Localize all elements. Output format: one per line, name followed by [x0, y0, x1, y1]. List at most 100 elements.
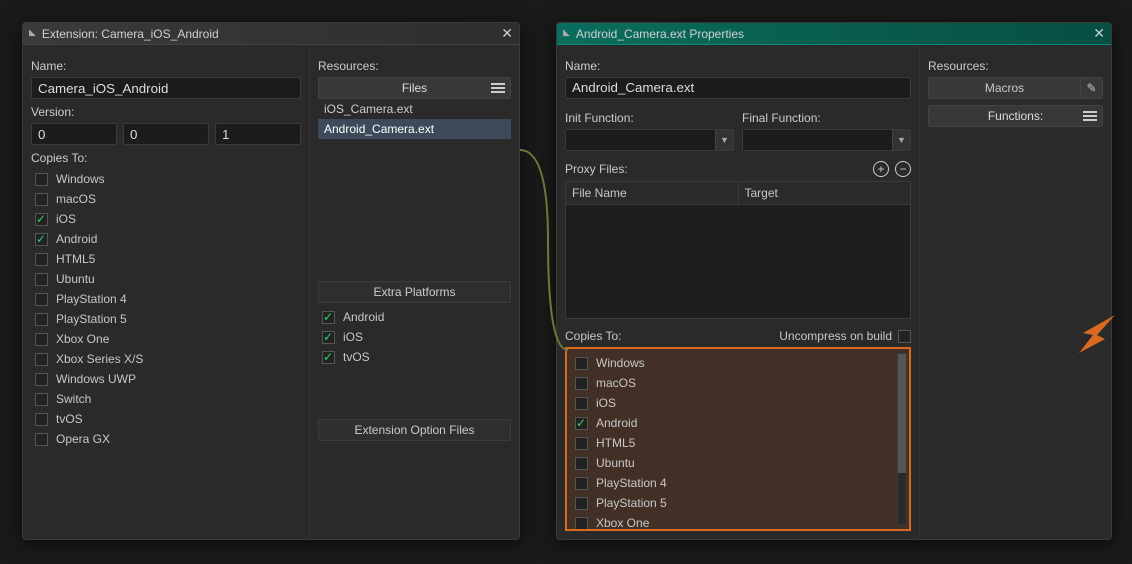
- properties-titlebar[interactable]: ◣ Android_Camera.ext Properties ✕: [557, 23, 1111, 45]
- platform-label: tvOS: [56, 412, 83, 426]
- checkbox-icon[interactable]: [35, 193, 48, 206]
- version-major-input[interactable]: [31, 123, 117, 145]
- checkbox-icon[interactable]: [575, 377, 588, 390]
- platform-label: Android: [56, 232, 97, 246]
- checkbox-icon[interactable]: [35, 313, 48, 326]
- platform-checkbox[interactable]: Xbox One: [571, 513, 905, 531]
- platform-label: Opera GX: [56, 432, 110, 446]
- name-input[interactable]: [31, 77, 301, 99]
- checkbox-icon[interactable]: [322, 311, 335, 324]
- close-icon[interactable]: ✕: [1093, 25, 1105, 42]
- platform-checkbox[interactable]: PlayStation 5: [571, 493, 905, 513]
- version-minor-input[interactable]: [123, 123, 209, 145]
- checkbox-icon[interactable]: [35, 273, 48, 286]
- platform-checkbox[interactable]: PlayStation 4: [31, 289, 301, 309]
- version-patch-input[interactable]: [215, 123, 301, 145]
- extra-platforms-list: AndroidiOStvOS: [318, 307, 511, 367]
- platform-checkbox[interactable]: macOS: [571, 373, 905, 393]
- chevron-down-icon[interactable]: ▼: [892, 130, 910, 150]
- platform-label: macOS: [596, 376, 636, 390]
- platform-checkbox[interactable]: Windows: [31, 169, 301, 189]
- checkbox-icon[interactable]: [322, 351, 335, 364]
- remove-icon[interactable]: −: [895, 161, 911, 177]
- checkbox-icon[interactable]: [575, 457, 588, 470]
- checkbox-icon[interactable]: [35, 173, 48, 186]
- checkbox-icon[interactable]: [322, 331, 335, 344]
- uncompress-checkbox[interactable]: [898, 330, 911, 343]
- checkbox-icon[interactable]: [575, 517, 588, 530]
- platform-checkbox[interactable]: iOS: [318, 327, 511, 347]
- checkbox-icon[interactable]: [35, 433, 48, 446]
- platform-label: Windows UWP: [56, 372, 136, 386]
- extension-option-files-header[interactable]: Extension Option Files: [318, 419, 511, 441]
- platform-checkbox[interactable]: PlayStation 4: [571, 473, 905, 493]
- platform-checkbox[interactable]: Ubuntu: [571, 453, 905, 473]
- checkbox-icon[interactable]: [575, 417, 588, 430]
- platform-label: HTML5: [56, 252, 95, 266]
- file-item[interactable]: Android_Camera.ext: [318, 119, 511, 139]
- checkbox-icon[interactable]: [575, 397, 588, 410]
- uncompress-label: Uncompress on build: [779, 329, 892, 343]
- file-list: iOS_Camera.extAndroid_Camera.ext: [318, 99, 511, 139]
- checkbox-icon[interactable]: [35, 233, 48, 246]
- checkbox-icon[interactable]: [35, 393, 48, 406]
- platform-checkbox[interactable]: iOS: [571, 393, 905, 413]
- chevron-down-icon[interactable]: ▼: [715, 130, 733, 150]
- platform-checkbox[interactable]: Xbox One: [31, 329, 301, 349]
- platform-checkbox[interactable]: iOS: [31, 209, 301, 229]
- platform-checkbox[interactable]: HTML5: [571, 433, 905, 453]
- hamburger-icon[interactable]: [1082, 109, 1098, 123]
- files-header[interactable]: Files: [318, 77, 511, 99]
- collapse-icon[interactable]: ◣: [29, 27, 36, 38]
- platform-checkbox[interactable]: Android: [571, 413, 905, 433]
- collapse-icon[interactable]: ◣: [563, 27, 570, 38]
- platform-checkbox[interactable]: Android: [31, 229, 301, 249]
- platform-checkbox[interactable]: Xbox Series X/S: [31, 349, 301, 369]
- checkbox-icon[interactable]: [35, 413, 48, 426]
- version-label: Version:: [31, 105, 301, 119]
- platform-checkbox[interactable]: Ubuntu: [31, 269, 301, 289]
- file-item[interactable]: iOS_Camera.ext: [318, 99, 511, 119]
- platform-checkbox[interactable]: PlayStation 5: [31, 309, 301, 329]
- checkbox-icon[interactable]: [575, 357, 588, 370]
- platform-checkbox[interactable]: Opera GX: [31, 429, 301, 449]
- platform-checkbox[interactable]: Android: [318, 307, 511, 327]
- platform-checkbox[interactable]: macOS: [31, 189, 301, 209]
- add-icon[interactable]: +: [873, 161, 889, 177]
- platform-label: iOS: [56, 212, 76, 226]
- extension-titlebar[interactable]: ◣ Extension: Camera_iOS_Android ✕: [23, 23, 519, 45]
- macros-button[interactable]: Macros: [928, 77, 1081, 99]
- hamburger-icon[interactable]: [490, 81, 506, 95]
- platform-checkbox[interactable]: HTML5: [31, 249, 301, 269]
- checkbox-icon[interactable]: [575, 437, 588, 450]
- scrollbar[interactable]: [897, 353, 907, 525]
- checkbox-icon[interactable]: [35, 293, 48, 306]
- checkbox-icon[interactable]: [35, 213, 48, 226]
- platform-checkbox[interactable]: Switch: [31, 389, 301, 409]
- column-filename[interactable]: File Name: [566, 182, 739, 204]
- platform-checkbox[interactable]: Windows UWP: [31, 369, 301, 389]
- platform-label: Ubuntu: [596, 456, 635, 470]
- checkbox-icon[interactable]: [575, 477, 588, 490]
- checkbox-icon[interactable]: [35, 333, 48, 346]
- checkbox-icon[interactable]: [575, 497, 588, 510]
- pencil-icon[interactable]: ✎: [1081, 77, 1103, 99]
- extra-platforms-header[interactable]: Extra Platforms: [318, 281, 511, 303]
- close-icon[interactable]: ✕: [501, 25, 513, 42]
- column-target[interactable]: Target: [739, 182, 911, 204]
- extension-title: Extension: Camera_iOS_Android: [42, 27, 219, 41]
- checkbox-icon[interactable]: [35, 353, 48, 366]
- platform-checkbox[interactable]: tvOS: [31, 409, 301, 429]
- final-function-dropdown[interactable]: ▼: [742, 129, 911, 151]
- init-function-dropdown[interactable]: ▼: [565, 129, 734, 151]
- checkbox-icon[interactable]: [35, 253, 48, 266]
- name-input[interactable]: [565, 77, 911, 99]
- functions-header[interactable]: Functions:: [928, 105, 1103, 127]
- proxy-files-table[interactable]: File Name Target: [565, 181, 911, 319]
- name-label: Name:: [31, 59, 301, 73]
- name-label: Name:: [565, 59, 911, 73]
- platform-checkbox[interactable]: Windows: [571, 353, 905, 373]
- final-function-label: Final Function:: [742, 111, 911, 125]
- platform-checkbox[interactable]: tvOS: [318, 347, 511, 367]
- checkbox-icon[interactable]: [35, 373, 48, 386]
